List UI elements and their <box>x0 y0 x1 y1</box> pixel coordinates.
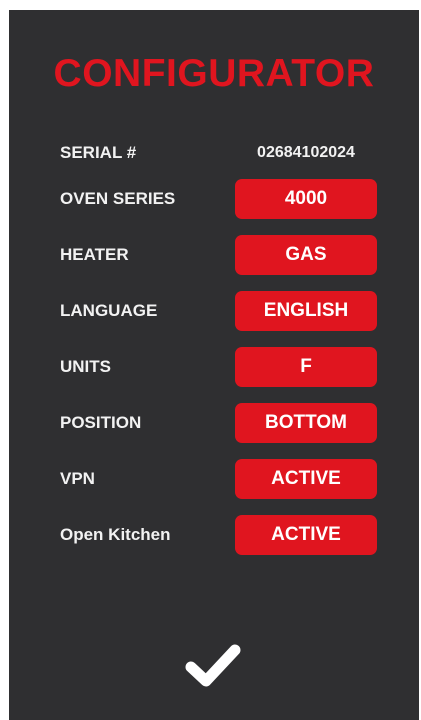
oven-series-button[interactable]: 4000 <box>235 179 377 219</box>
setting-row-vpn: VPN ACTIVE <box>9 459 419 499</box>
setting-row-units: UNITS F <box>9 347 419 387</box>
open-kitchen-button[interactable]: ACTIVE <box>235 515 377 555</box>
oven-series-label: OVEN SERIES <box>60 189 176 208</box>
units-button[interactable]: F <box>235 347 377 387</box>
setting-row-open-kitchen: Open Kitchen ACTIVE <box>9 515 419 555</box>
serial-value: 02684102024 <box>257 144 355 161</box>
setting-row-position: POSITION BOTTOM <box>9 403 419 443</box>
confirm-button[interactable] <box>182 640 244 692</box>
setting-row-oven-series: OVEN SERIES 4000 <box>9 179 419 219</box>
serial-row: SERIAL # 02684102024 <box>9 133 419 173</box>
page-title: CONFIGURATOR <box>53 52 375 95</box>
position-label: POSITION <box>60 413 142 432</box>
vpn-button[interactable]: ACTIVE <box>235 459 377 499</box>
heater-button[interactable]: GAS <box>235 235 377 275</box>
serial-label: SERIAL # <box>60 143 137 162</box>
language-label: LANGUAGE <box>60 301 158 320</box>
units-label: UNITS <box>60 357 111 376</box>
checkmark-icon <box>185 644 241 687</box>
heater-label: HEATER <box>60 245 129 264</box>
configurator-panel: CONFIGURATOR SERIAL # 02684102024 OVEN S… <box>9 10 419 720</box>
language-button[interactable]: ENGLISH <box>235 291 377 331</box>
vpn-label: VPN <box>60 469 95 488</box>
setting-row-heater: HEATER GAS <box>9 235 419 275</box>
open-kitchen-label: Open Kitchen <box>60 525 171 544</box>
setting-row-language: LANGUAGE ENGLISH <box>9 291 419 331</box>
position-button[interactable]: BOTTOM <box>235 403 377 443</box>
